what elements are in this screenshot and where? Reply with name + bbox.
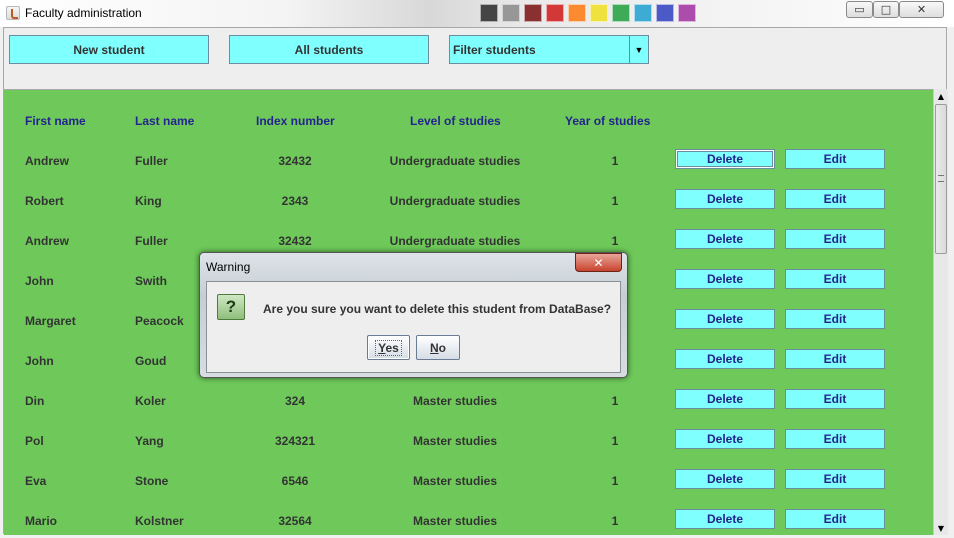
cell-index: 32432 bbox=[278, 154, 312, 168]
edit-button[interactable]: Edit bbox=[785, 309, 885, 329]
cell-last: Koler bbox=[135, 394, 166, 408]
delete-button[interactable]: Delete bbox=[675, 269, 775, 289]
window-title: Faculty administration bbox=[25, 6, 142, 20]
delete-button[interactable]: Delete bbox=[675, 149, 775, 169]
minimize-button[interactable]: ▭ bbox=[846, 1, 873, 18]
header-level-of-studies: Level of studies bbox=[410, 114, 501, 128]
cell-year: 1 bbox=[611, 394, 619, 408]
edit-button[interactable]: Edit bbox=[785, 149, 885, 169]
edit-button[interactable]: Edit bbox=[785, 469, 885, 489]
cell-index: 324 bbox=[284, 394, 306, 408]
cell-level: Undergraduate studies bbox=[389, 194, 521, 208]
title-bar: Faculty administration ▭ □ ✕ bbox=[0, 0, 954, 27]
edit-button[interactable]: Edit bbox=[785, 389, 885, 409]
no-button[interactable]: No bbox=[416, 335, 460, 360]
java-app-icon bbox=[6, 6, 20, 20]
edit-button[interactable]: Edit bbox=[785, 189, 885, 209]
cell-last: Swith bbox=[135, 274, 167, 288]
cell-index: 324321 bbox=[274, 434, 316, 448]
filter-students-value: Filter students bbox=[453, 43, 536, 57]
yes-button-label: Yes bbox=[375, 339, 402, 356]
edit-button[interactable]: Edit bbox=[785, 229, 885, 249]
scroll-down-icon[interactable]: ▼ bbox=[934, 521, 948, 535]
header-first-name: First name bbox=[25, 114, 86, 128]
cell-last: Fuller bbox=[135, 234, 168, 248]
dialog-title: Warning bbox=[206, 260, 251, 274]
maximize-button[interactable]: □ bbox=[873, 1, 899, 18]
delete-button[interactable]: Delete bbox=[675, 189, 775, 209]
background-color-swatches bbox=[480, 4, 696, 24]
cell-last: King bbox=[135, 194, 162, 208]
cell-year: 1 bbox=[611, 514, 619, 528]
cell-first: Pol bbox=[25, 434, 44, 448]
cell-last: Peacock bbox=[135, 314, 184, 328]
cell-year: 1 bbox=[611, 474, 619, 488]
header-year-of-studies: Year of studies bbox=[565, 114, 651, 128]
delete-button[interactable]: Delete bbox=[675, 229, 775, 249]
cell-level: Undergraduate studies bbox=[389, 154, 521, 168]
vertical-scrollbar[interactable]: ▲ ▼ bbox=[933, 89, 948, 535]
cell-last: Fuller bbox=[135, 154, 168, 168]
chevron-down-icon[interactable]: ▼ bbox=[629, 36, 648, 63]
cell-first: John bbox=[25, 274, 54, 288]
delete-button[interactable]: Delete bbox=[675, 429, 775, 449]
no-button-label: No bbox=[429, 340, 446, 355]
cell-level: Master studies bbox=[412, 514, 498, 528]
delete-button[interactable]: Delete bbox=[675, 309, 775, 329]
header-last-name: Last name bbox=[135, 114, 195, 128]
cell-year: 1 bbox=[611, 194, 619, 208]
edit-button[interactable]: Edit bbox=[785, 429, 885, 449]
cell-last: Yang bbox=[135, 434, 164, 448]
close-button[interactable]: ✕ bbox=[899, 1, 944, 18]
cell-first: Robert bbox=[25, 194, 64, 208]
cell-first: Andrew bbox=[25, 154, 70, 168]
minimize-icon: ▭ bbox=[854, 3, 865, 16]
close-icon: ✕ bbox=[593, 255, 604, 270]
scrollbar-thumb[interactable] bbox=[935, 104, 947, 254]
cell-first: Margaret bbox=[25, 314, 76, 328]
cell-index: 6546 bbox=[281, 474, 309, 488]
cell-first: Eva bbox=[25, 474, 47, 488]
cell-index: 2343 bbox=[281, 194, 309, 208]
dialog-close-button[interactable]: ✕ bbox=[575, 253, 622, 272]
delete-button[interactable]: Delete bbox=[675, 349, 775, 369]
all-students-button[interactable]: All students bbox=[229, 35, 429, 64]
cell-level: Master studies bbox=[412, 474, 498, 488]
cell-level: Undergraduate studies bbox=[389, 234, 521, 248]
cell-last: Goud bbox=[135, 354, 167, 368]
dialog-message: Are you sure you want to delete this stu… bbox=[263, 302, 612, 316]
cell-year: 1 bbox=[611, 234, 619, 248]
delete-button[interactable]: Delete bbox=[675, 389, 775, 409]
warning-dialog: Warning ✕ ? Are you sure you want to del… bbox=[199, 252, 628, 378]
edit-button[interactable]: Edit bbox=[785, 349, 885, 369]
cell-first: John bbox=[25, 354, 54, 368]
edit-button[interactable]: Edit bbox=[785, 509, 885, 529]
question-icon: ? bbox=[217, 294, 245, 320]
cell-level: Master studies bbox=[412, 434, 498, 448]
cell-last: Kolstner bbox=[135, 514, 184, 528]
close-icon: ✕ bbox=[916, 3, 927, 16]
cell-last: Stone bbox=[135, 474, 169, 488]
scroll-up-icon[interactable]: ▲ bbox=[934, 89, 948, 103]
edit-button[interactable]: Edit bbox=[785, 269, 885, 289]
cell-first: Din bbox=[25, 394, 45, 408]
cell-year: 1 bbox=[611, 434, 619, 448]
filter-students-combobox[interactable]: Filter students ▼ bbox=[449, 35, 649, 64]
maximize-icon: □ bbox=[880, 3, 892, 16]
cell-index: 32564 bbox=[278, 514, 312, 528]
delete-button[interactable]: Delete bbox=[675, 509, 775, 529]
header-index-number: Index number bbox=[256, 114, 335, 128]
yes-button[interactable]: Yes bbox=[367, 335, 410, 360]
new-student-button[interactable]: New student bbox=[9, 35, 209, 64]
cell-first: Mario bbox=[25, 514, 58, 528]
cell-index: 32432 bbox=[278, 234, 312, 248]
delete-button[interactable]: Delete bbox=[675, 469, 775, 489]
cell-year: 1 bbox=[611, 154, 619, 168]
dialog-body: ? Are you sure you want to delete this s… bbox=[206, 281, 621, 373]
cell-first: Andrew bbox=[25, 234, 70, 248]
cell-level: Master studies bbox=[412, 394, 498, 408]
